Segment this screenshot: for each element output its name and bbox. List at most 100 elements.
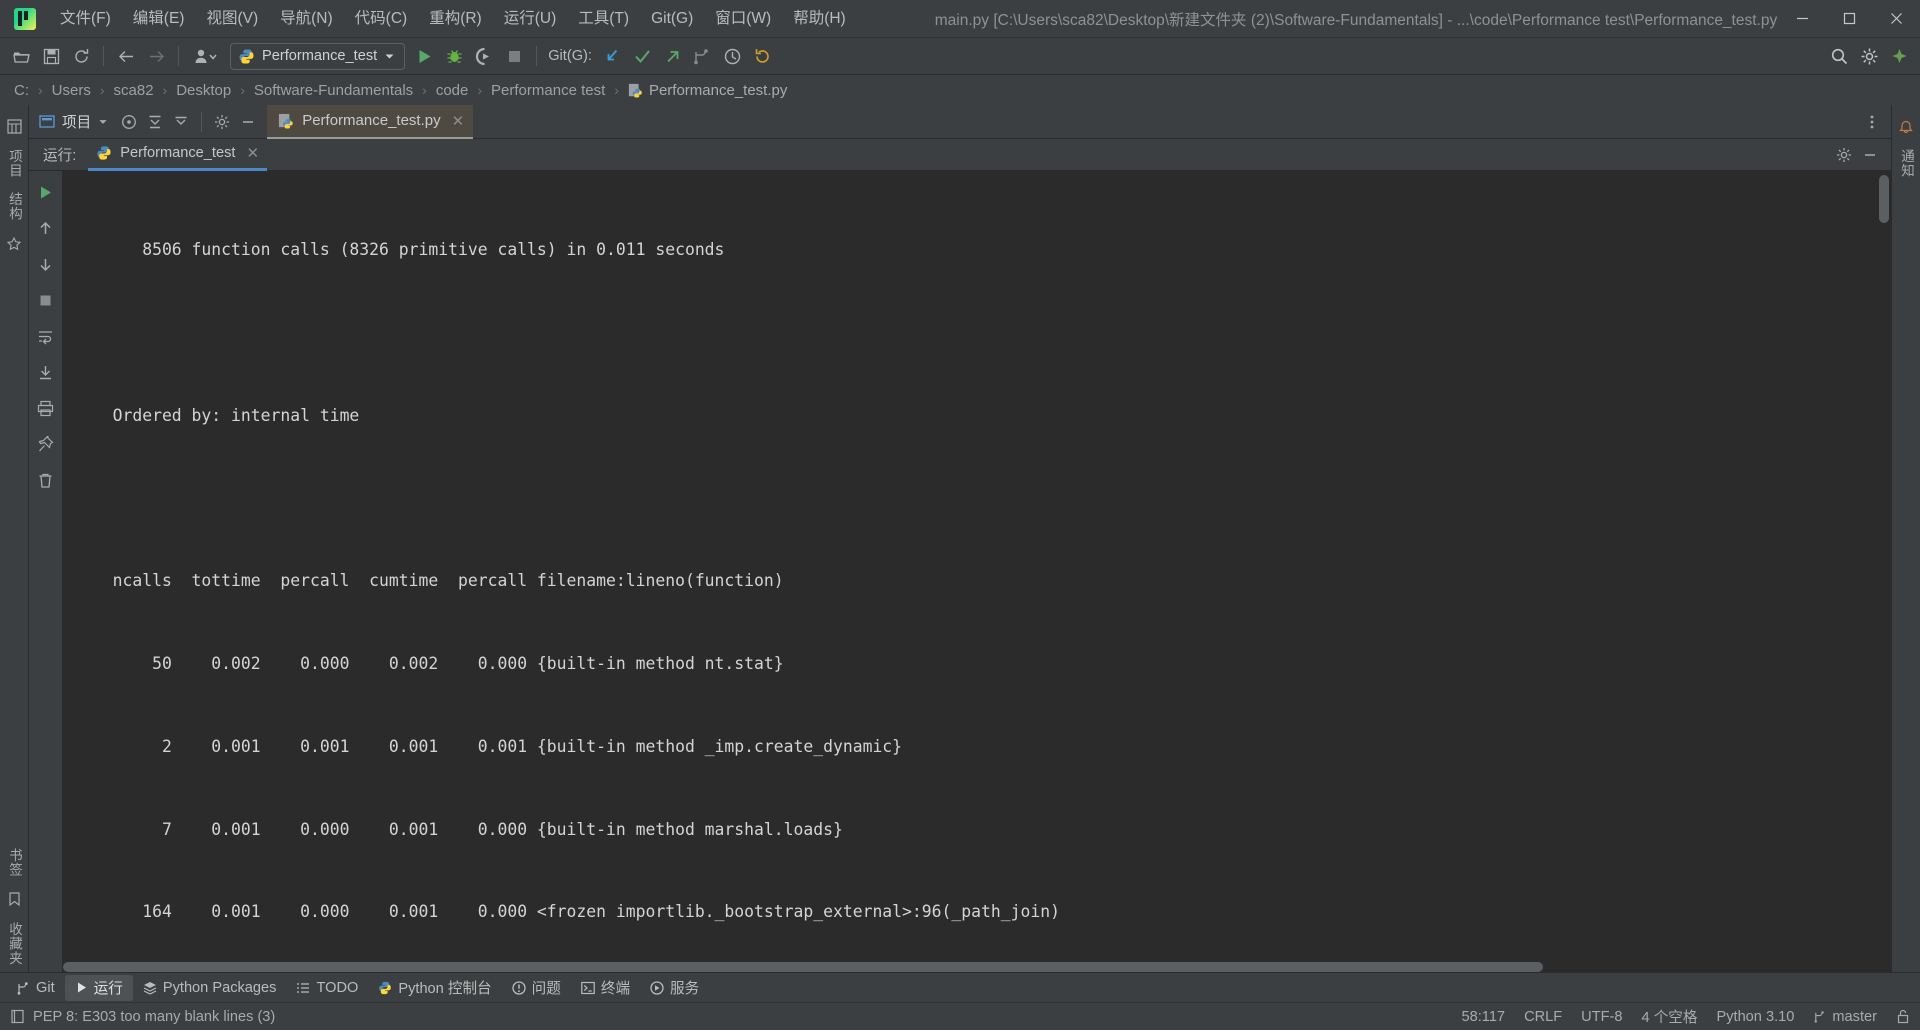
run-configuration-name: Performance_test (262, 48, 378, 64)
run-settings-gear-icon[interactable] (1831, 142, 1857, 168)
debug-button[interactable] (439, 43, 469, 70)
breadcrumb-software-fundamentals[interactable]: Software-Fundamentals (252, 82, 415, 99)
toolwindow-python-packages[interactable]: Python Packages (133, 975, 287, 1001)
sidebar-item-bookmarks[interactable]: 书签 (4, 841, 24, 884)
close-icon[interactable]: ✕ (246, 144, 259, 162)
stop-process-icon[interactable] (33, 287, 59, 313)
history-icon[interactable] (718, 43, 748, 70)
commit-icon[interactable] (628, 43, 658, 70)
rerun-icon[interactable] (33, 179, 59, 205)
back-icon[interactable] (111, 43, 141, 70)
search-icon[interactable] (1824, 43, 1854, 70)
inspection-icon[interactable] (10, 1009, 25, 1024)
sidebar-item-favorites[interactable]: 收藏夹 (4, 915, 24, 973)
print-icon[interactable] (33, 395, 59, 421)
settings-gear-icon[interactable] (1854, 43, 1884, 70)
close-icon[interactable]: ✕ (452, 112, 465, 130)
notifications-bell-icon[interactable] (1894, 114, 1919, 139)
run-with-coverage-button[interactable] (469, 43, 499, 70)
caret-position[interactable]: 58:117 (1462, 1009, 1506, 1025)
down-the-stack-icon[interactable] (33, 251, 59, 277)
minimize-panel-icon[interactable] (1857, 142, 1883, 168)
lock-icon[interactable] (1896, 1009, 1910, 1024)
toolwindow-problems[interactable]: 问题 (502, 975, 571, 1001)
console-vertical-scrollbar[interactable] (1879, 175, 1889, 223)
toolwindow-git[interactable]: Git (6, 975, 65, 1001)
user-profile-icon[interactable] (186, 43, 226, 70)
hide-panel-icon[interactable] (235, 109, 261, 135)
collapse-all-icon[interactable] (168, 109, 194, 135)
update-project-icon[interactable] (598, 43, 628, 70)
breadcrumb-separator: › (99, 82, 105, 98)
editor-tab-performance-test[interactable]: Performance_test.py ✕ (267, 104, 474, 139)
status-left-group: PEP 8: E303 too many blank lines (3) (10, 1009, 275, 1025)
menu-edit[interactable]: 编辑(E) (122, 6, 196, 32)
sidebar-item-notifications[interactable]: 通知 (1896, 142, 1916, 185)
breadcrumb-file[interactable]: Performance_test.py (626, 82, 789, 99)
toolwindow-services[interactable]: 服务 (640, 975, 709, 1001)
menu-help[interactable]: 帮助(H) (782, 6, 857, 32)
stop-button[interactable] (499, 43, 529, 70)
breadcrumb-code[interactable]: code (434, 82, 471, 99)
sync-icon[interactable] (66, 43, 96, 70)
breadcrumb-desktop[interactable]: Desktop (174, 82, 233, 99)
project-panel-label[interactable]: 项目 (29, 111, 116, 132)
breadcrumb-users[interactable]: Users (50, 82, 93, 99)
menu-window[interactable]: 窗口(W) (704, 6, 782, 32)
rollback-icon[interactable] (748, 43, 778, 70)
menu-refactor[interactable]: 重构(R) (418, 6, 493, 32)
breadcrumb-sca82[interactable]: sca82 (112, 82, 156, 99)
bookmark-flag-icon[interactable] (2, 887, 27, 912)
maximize-button[interactable] (1826, 0, 1873, 38)
console-horizontal-scrollbar[interactable] (63, 962, 1543, 972)
project-grid-icon[interactable] (2, 114, 27, 139)
breadcrumb-performance-test[interactable]: Performance test (489, 82, 607, 99)
menu-run[interactable]: 运行(U) (493, 6, 568, 32)
save-all-icon[interactable] (36, 43, 66, 70)
menu-navigate[interactable]: 导航(N) (269, 6, 344, 32)
breadcrumb-separator: › (614, 82, 619, 98)
run-tab-performance-test[interactable]: Performance_test ✕ (88, 139, 268, 171)
scroll-to-end-icon[interactable] (33, 359, 59, 385)
run-button[interactable] (409, 43, 439, 70)
python-interpreter[interactable]: Python 3.10 (1716, 1009, 1794, 1025)
menu-git[interactable]: Git(G) (640, 6, 704, 32)
python-icon (239, 49, 254, 63)
file-encoding[interactable]: UTF-8 (1581, 1009, 1622, 1025)
breadcrumb-separator: › (162, 82, 168, 98)
select-opened-file-icon[interactable] (116, 109, 142, 135)
toolwindow-terminal[interactable]: 终端 (571, 975, 640, 1001)
clear-all-trash-icon[interactable] (33, 467, 59, 493)
close-button[interactable] (1873, 0, 1920, 38)
more-options-icon[interactable] (1859, 109, 1885, 135)
console-output[interactable]: 8506 function calls (8326 primitive call… (63, 171, 1891, 972)
toolwindow-run[interactable]: 运行 (64, 974, 133, 1001)
branches-icon[interactable] (688, 43, 718, 70)
menu-view[interactable]: 视图(V) (195, 6, 269, 32)
soft-wrap-icon[interactable] (33, 323, 59, 349)
minimize-button[interactable] (1779, 0, 1826, 38)
breadcrumb-drive[interactable]: C: (12, 82, 31, 99)
push-icon[interactable] (658, 43, 688, 70)
toolwindow-todo[interactable]: TODO (286, 975, 368, 1001)
expand-all-icon[interactable] (142, 109, 168, 135)
sidebar-item-project[interactable]: 项目 (4, 142, 24, 185)
sidebar-item-structure[interactable]: 结构 (4, 185, 24, 228)
run-configuration-selector[interactable]: Performance_test (230, 42, 406, 70)
line-separator[interactable]: CRLF (1524, 1009, 1562, 1025)
git-branch[interactable]: master (1813, 1009, 1877, 1025)
console-line: 2 0.001 0.001 0.001 0.001 {built-in meth… (83, 736, 903, 756)
python-icon (97, 146, 111, 160)
favorites-star-icon[interactable] (2, 231, 27, 256)
forward-icon[interactable] (141, 43, 171, 70)
toolwindow-python-console[interactable]: Python 控制台 (368, 975, 501, 1001)
open-folder-icon[interactable] (6, 43, 36, 70)
ai-assistant-icon[interactable] (1884, 43, 1914, 70)
menu-code[interactable]: 代码(C) (344, 6, 419, 32)
menu-file[interactable]: 文件(F) (49, 6, 122, 32)
pin-tab-icon[interactable] (33, 431, 59, 457)
indent-setting[interactable]: 4 个空格 (1642, 1006, 1698, 1027)
up-the-stack-icon[interactable] (33, 215, 59, 241)
show-options-gear-icon[interactable] (209, 109, 235, 135)
menu-tools[interactable]: 工具(T) (567, 6, 640, 32)
